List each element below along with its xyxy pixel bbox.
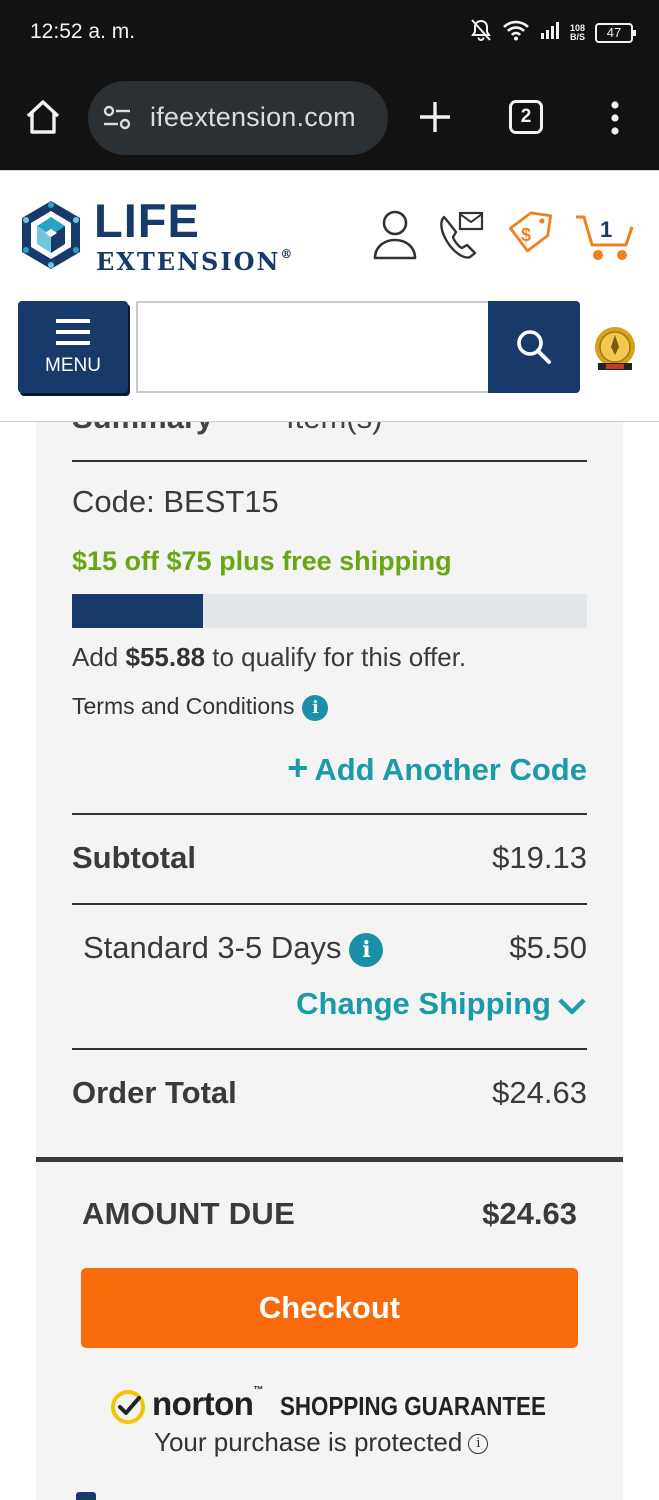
qualify-amount: $55.88	[125, 642, 206, 672]
summary-heading: Summary	[72, 422, 213, 436]
tab-switcher-button[interactable]: 2	[509, 100, 543, 134]
paypal-logo-icon[interactable]	[76, 1492, 96, 1500]
norton-guarantee-text: SHOPPING GUARANTEE	[280, 1391, 546, 1421]
shipping-value: $5.50	[509, 930, 587, 965]
address-bar[interactable]: ifeextension.com	[88, 81, 388, 155]
info-icon[interactable]: i	[468, 1434, 489, 1455]
deals-tag-icon[interactable]: $	[504, 207, 556, 266]
network-speed: 108 B/S	[569, 22, 585, 42]
applied-promo-code: Code: BEST15	[72, 484, 279, 519]
site-header: LIFE EXTENSION® $ 1 MENU	[0, 170, 659, 422]
new-tab-icon[interactable]	[418, 100, 452, 134]
home-icon[interactable]	[22, 96, 64, 138]
divider	[72, 1048, 587, 1050]
status-icons: 108 B/S 47	[470, 18, 636, 47]
more-menu-icon[interactable]	[603, 100, 627, 136]
info-icon[interactable]: i	[302, 694, 329, 721]
search-icon	[517, 330, 551, 364]
subtotal-label: Subtotal	[72, 840, 196, 875]
item-count: Item(s)	[286, 422, 382, 436]
divider	[72, 903, 587, 905]
norton-checkmark-icon	[110, 1389, 146, 1425]
add-another-code-link[interactable]: + Add Another Code	[287, 747, 587, 789]
hamburger-icon	[56, 319, 90, 345]
search-input[interactable]	[136, 301, 490, 393]
norton-shopping-guarantee[interactable]: norton™ SHOPPING GUARANTEE Your purchase…	[110, 1385, 550, 1459]
order-total-label: Order Total	[72, 1075, 237, 1110]
status-bar: 12:52 a. m. 108 B/S 47	[0, 0, 659, 66]
checkout-button[interactable]: Checkout	[81, 1268, 578, 1348]
chevron-down-icon	[558, 998, 586, 1015]
account-icon[interactable]	[372, 209, 418, 266]
promo-description: $15 off $75 plus free shipping	[72, 546, 452, 576]
site-settings-icon[interactable]	[102, 103, 132, 133]
order-total-value: $24.63	[492, 1075, 587, 1110]
qualify-message: Add $55.88 to qualify for this offer.	[72, 642, 467, 672]
mute-notifications-icon	[470, 18, 492, 47]
browser-toolbar: ifeextension.com 2	[0, 66, 659, 170]
signal-icon	[540, 20, 560, 45]
divider	[36, 1157, 623, 1162]
url-text[interactable]: ifeextension.com	[150, 102, 356, 133]
cart-count-badge[interactable]: 1	[600, 217, 612, 243]
logo-text-extension[interactable]: EXTENSION®	[96, 247, 294, 276]
search-button[interactable]	[488, 301, 580, 393]
svg-text:$: $	[521, 225, 531, 245]
battery-indicator: 47	[595, 22, 636, 43]
award-badge-icon[interactable]	[592, 325, 638, 373]
norton-brand: norton™	[152, 1385, 263, 1422]
amount-due-label: AMOUNT DUE	[82, 1196, 296, 1231]
shipping-method: Standard 3-5 Days i	[83, 930, 384, 967]
menu-button[interactable]: MENU	[18, 301, 128, 393]
offer-progress-fill	[72, 594, 203, 628]
order-summary-card: Summary Item(s) Code: BEST15 $15 off $75…	[36, 422, 623, 1500]
wifi-icon	[502, 19, 530, 46]
amount-due-value: $24.63	[482, 1196, 577, 1231]
subtotal-value: $19.13	[492, 840, 587, 875]
plus-icon: +	[287, 747, 309, 788]
change-shipping-link[interactable]: Change Shipping	[296, 986, 587, 1022]
logo-text-life[interactable]: LIFE	[94, 197, 200, 245]
menu-label: MENU	[45, 355, 101, 376]
contact-icon[interactable]	[438, 209, 486, 266]
info-icon[interactable]: i	[349, 932, 384, 967]
divider	[72, 460, 587, 462]
life-extension-logo-icon[interactable]	[16, 199, 86, 271]
status-time: 12:52 a. m.	[30, 20, 136, 43]
norton-protected-text: Your purchase is protected i	[154, 1427, 489, 1458]
terms-and-conditions[interactable]: Terms and Conditions i	[72, 693, 329, 721]
divider	[72, 813, 587, 815]
offer-progress-bar	[72, 594, 587, 628]
